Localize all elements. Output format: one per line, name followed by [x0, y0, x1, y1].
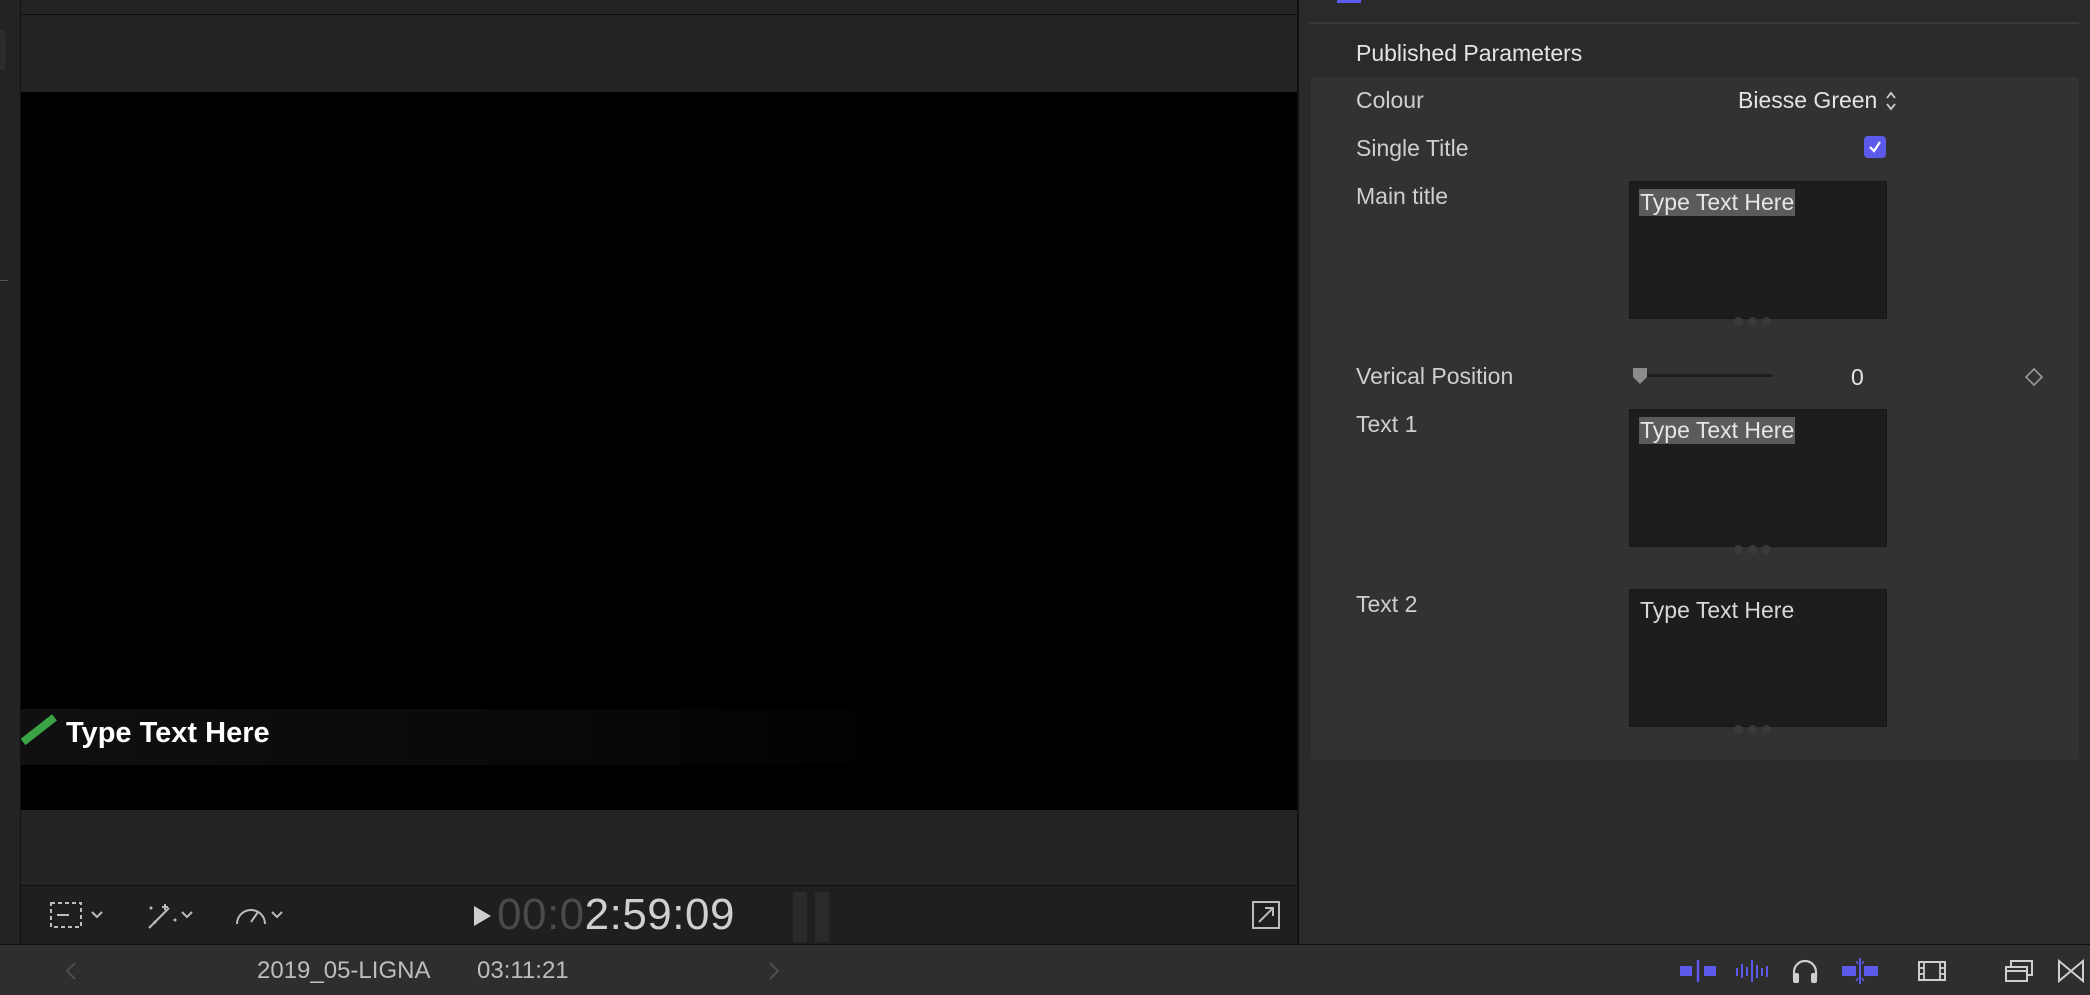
inspector-tab-bar: [1309, 0, 2079, 24]
popup-arrows-icon: [1886, 91, 1897, 110]
vertical-position-label: Verical Position: [1356, 363, 1514, 389]
resize-grip[interactable]: [1734, 545, 1771, 554]
project-duration: 03:11:21: [477, 957, 569, 984]
slider-thumb-icon[interactable]: [1631, 366, 1649, 386]
window-layout-icon[interactable]: [2003, 958, 2035, 984]
text1-field[interactable]: Type Text Here: [1629, 409, 1887, 554]
play-icon[interactable]: [471, 904, 493, 928]
left-sidebar-edge: [0, 0, 21, 944]
checkmark-icon: [1869, 141, 1881, 153]
timecode-display[interactable]: 00:02:59:09: [497, 890, 735, 940]
audio-skimming-icon[interactable]: [1733, 958, 1773, 984]
viewer-controls-bar: 00:02:59:09: [21, 885, 1297, 944]
main-title-label: Main title: [1356, 183, 1449, 209]
text2-value: Type Text Here: [1640, 597, 1795, 623]
colour-popup[interactable]: Biesse Green: [1738, 87, 1897, 114]
retime-icon: [236, 909, 283, 925]
text1-label: Text 1: [1356, 411, 1418, 437]
active-tab-indicator[interactable]: [1337, 0, 1361, 3]
timecode-value: 2:59:09: [584, 890, 735, 939]
lower-third-title: Type Text Here: [66, 717, 270, 749]
sidebar-tab-handle[interactable]: [0, 30, 6, 70]
viewer-top-bar: [21, 0, 1297, 15]
section-title: Published Parameters: [1356, 40, 1583, 66]
timecode-leading: 00:0: [497, 890, 585, 939]
view-options-menu[interactable]: [47, 898, 111, 932]
text2-label: Text 2: [1356, 591, 1418, 617]
main-title-value: Type Text Here: [1639, 189, 1796, 216]
viewer-header: [21, 15, 1297, 92]
single-title-checkbox[interactable]: [1864, 136, 1886, 158]
resize-grip[interactable]: [1734, 317, 1771, 326]
colour-value: Biesse Green: [1738, 87, 1878, 113]
transform-tools-menu[interactable]: [141, 898, 203, 932]
inspector-panel: Published Parameters Colour Biesse Green…: [1299, 0, 2090, 944]
vertical-position-value[interactable]: 0: [1851, 364, 1864, 391]
viewer-canvas[interactable]: Type Text Here: [21, 92, 1297, 810]
clip-appearance-icon[interactable]: [1916, 958, 1948, 984]
retime-menu[interactable]: [231, 898, 293, 932]
main-title-field[interactable]: Type Text Here: [1629, 181, 1887, 326]
published-parameters-group: Colour Biesse Green Single Title Main ti…: [1311, 77, 2079, 760]
resize-grip[interactable]: [1734, 725, 1771, 734]
headphones-icon[interactable]: [1790, 958, 1820, 984]
fullscreen-icon[interactable]: [1251, 900, 1281, 930]
skimming-icon[interactable]: [1678, 958, 1718, 984]
snapping-icon[interactable]: [1840, 958, 1880, 984]
single-title-label: Single Title: [1356, 135, 1469, 161]
vertical-position-slider[interactable]: [1641, 374, 1773, 377]
view-options-icon: [50, 902, 103, 928]
audio-meters: [793, 892, 829, 942]
chevron-right-icon[interactable]: [767, 960, 781, 982]
transitions-icon[interactable]: [2056, 958, 2086, 984]
transform-tools-icon: [148, 904, 193, 929]
chevron-left-icon[interactable]: [64, 960, 78, 982]
text1-value: Type Text Here: [1639, 417, 1796, 444]
viewer-footer: [21, 810, 1297, 885]
text2-field[interactable]: Type Text Here: [1629, 589, 1887, 734]
project-name: 2019_05-LIGNA: [257, 957, 431, 984]
keyframe-diamond-icon[interactable]: [2024, 367, 2044, 387]
sidebar-divider-tick: [0, 280, 8, 281]
timeline-toolbar: 2019_05-LIGNA 03:11:21: [0, 944, 2090, 995]
colour-label: Colour: [1356, 87, 1424, 113]
